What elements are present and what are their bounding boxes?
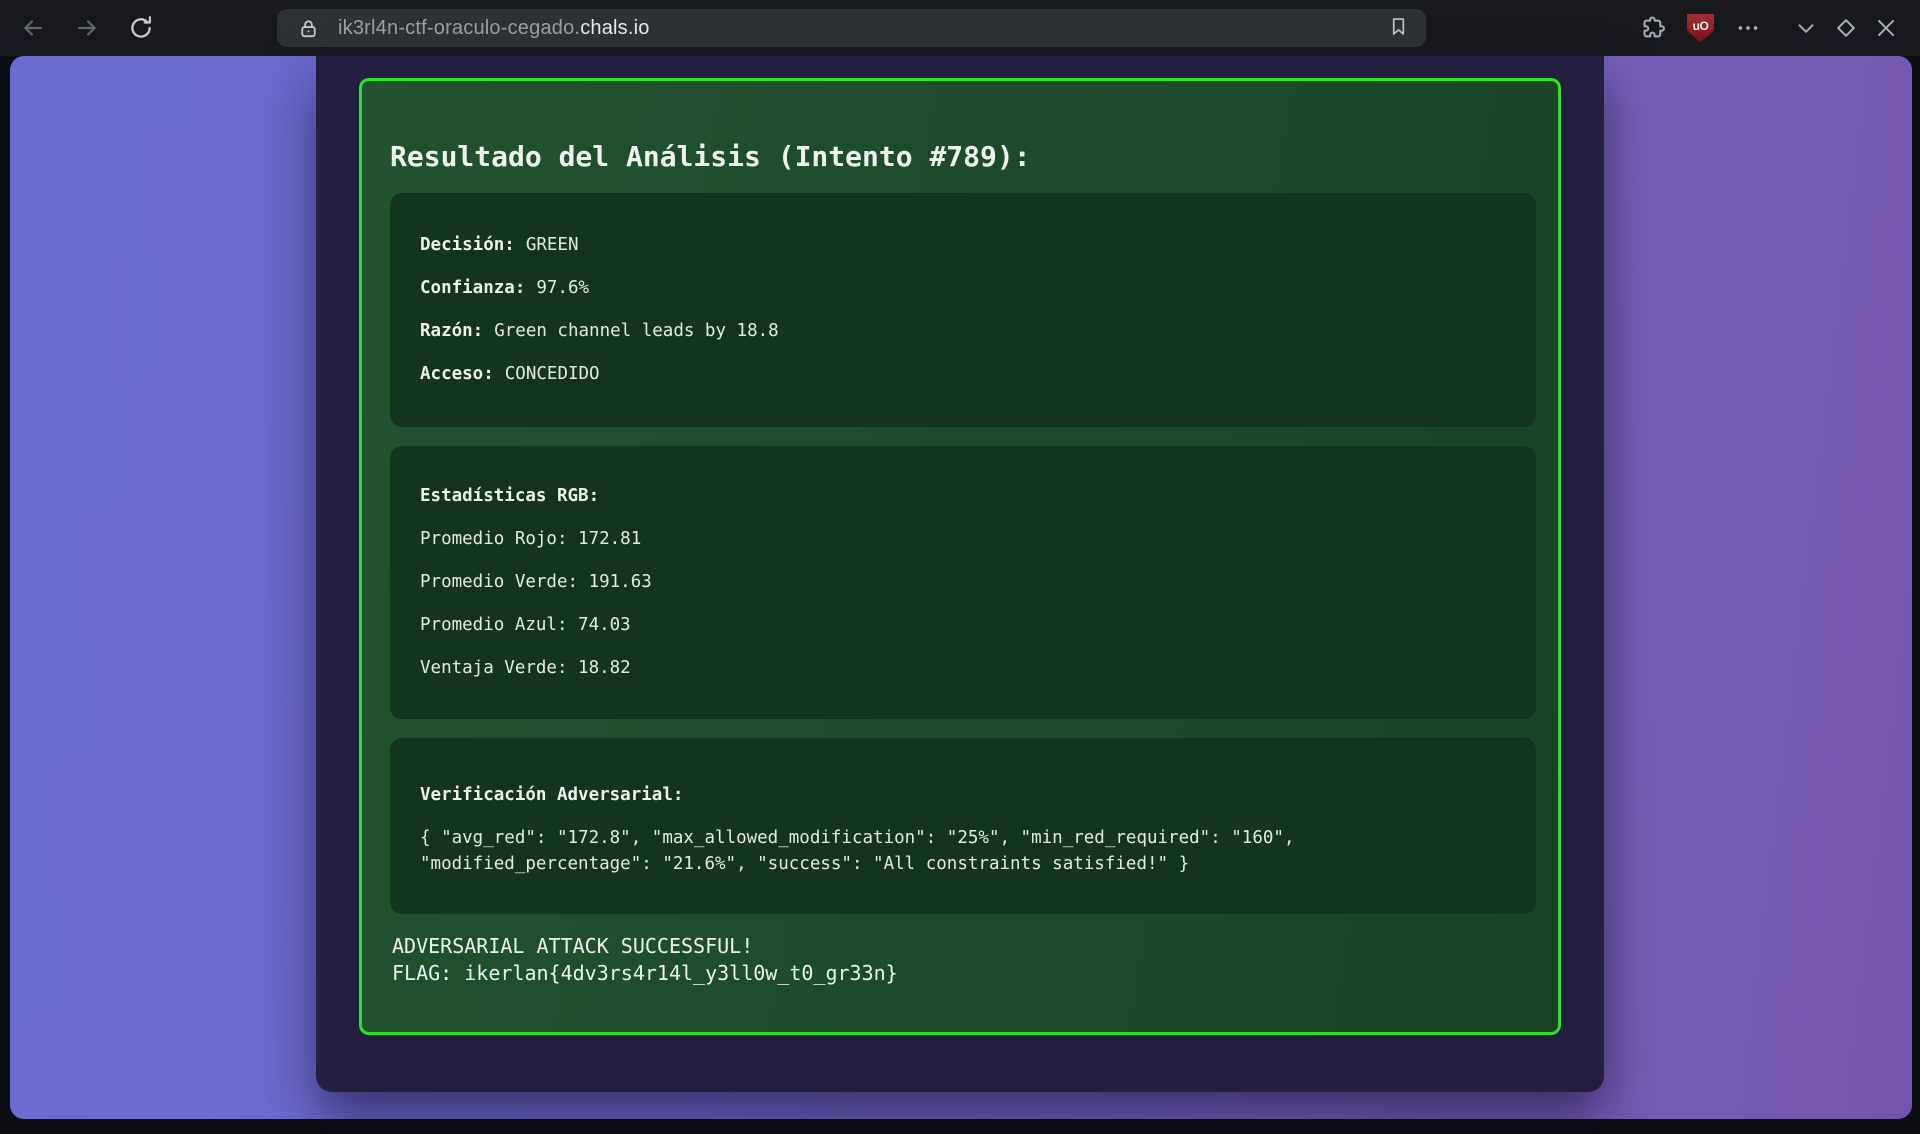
close-icon bbox=[1873, 15, 1899, 41]
url-subdomain: ik3rl4n-ctf-oraculo-cegado. bbox=[338, 17, 580, 39]
bookmark-button[interactable] bbox=[1382, 12, 1414, 44]
ellipsis-icon bbox=[1735, 15, 1761, 41]
browser-menu-button[interactable] bbox=[1728, 8, 1768, 48]
refresh-button[interactable] bbox=[121, 8, 161, 48]
result-container: Resultado del Análisis (Intento #789): D… bbox=[316, 56, 1604, 1092]
stat-red-row: Promedio Rojo: 172.81 bbox=[420, 518, 1506, 561]
address-bar[interactable]: ik3rl4n-ctf-oraculo-cegado.chals.io bbox=[277, 9, 1426, 47]
confidence-value: 97.6% bbox=[536, 278, 589, 298]
reason-value: Green channel leads by 18.8 bbox=[494, 321, 778, 341]
bookmark-icon bbox=[1388, 16, 1409, 40]
ublock-origin-button[interactable]: uO bbox=[1687, 14, 1714, 43]
lock-icon bbox=[297, 17, 320, 40]
attack-result: ADVERSARIAL ATTACK SUCCESSFUL! FLAG: ike… bbox=[392, 933, 1530, 987]
analysis-card: Resultado del Análisis (Intento #789): D… bbox=[359, 78, 1561, 1035]
browser-toolbar: ik3rl4n-ctf-oraculo-cegado.chals.io uO bbox=[0, 0, 1920, 56]
page-background: Resultado del Análisis (Intento #789): D… bbox=[10, 56, 1912, 1119]
confidence-row: Confianza: 97.6% bbox=[420, 267, 1506, 310]
ublock-badge: uO bbox=[1693, 19, 1709, 33]
adversarial-json: { "avg_red": "172.8", "max_allowed_modif… bbox=[420, 826, 1506, 877]
access-label: Acceso: bbox=[420, 364, 494, 384]
decision-label: Decisión: bbox=[420, 235, 515, 255]
adversarial-heading: Verificación Adversarial: bbox=[420, 774, 1506, 817]
rgb-stats-box: Estadísticas RGB: Promedio Rojo: 172.81 … bbox=[390, 446, 1536, 719]
attack-status-line: ADVERSARIAL ATTACK SUCCESSFUL! bbox=[392, 933, 1530, 960]
close-button[interactable] bbox=[1866, 8, 1906, 48]
reason-row: Razón: Green channel leads by 18.8 bbox=[420, 310, 1506, 353]
page-title: Resultado del Análisis (Intento #789): bbox=[390, 135, 1530, 178]
decision-row: Decisión: GREEN bbox=[420, 224, 1506, 267]
stat-blue-row: Promedio Azul: 74.03 bbox=[420, 604, 1506, 647]
rgb-stats-heading: Estadísticas RGB: bbox=[420, 475, 1506, 518]
toolbar-right-icons: uO bbox=[1633, 8, 1906, 48]
decision-box: Decisión: GREEN Confianza: 97.6% Razón: Gre… bbox=[390, 193, 1536, 427]
chevron-down-icon bbox=[1793, 15, 1819, 41]
url-domain: chals.io bbox=[580, 17, 649, 39]
reason-label: Razón: bbox=[420, 321, 483, 341]
back-icon bbox=[20, 15, 46, 41]
maximize-button[interactable] bbox=[1826, 8, 1866, 48]
minimize-button[interactable] bbox=[1786, 8, 1826, 48]
access-value: CONCEDIDO bbox=[505, 364, 600, 384]
flag-line: FLAG: ikerlan{4dv3rs4r14l_y3ll0w_t0_gr33… bbox=[392, 960, 1530, 987]
access-row: Acceso: CONCEDIDO bbox=[420, 353, 1506, 396]
extensions-button[interactable] bbox=[1633, 8, 1673, 48]
back-button[interactable] bbox=[13, 8, 53, 48]
decision-value: GREEN bbox=[526, 235, 579, 255]
confidence-label: Confianza: bbox=[420, 278, 525, 298]
puzzle-icon bbox=[1640, 15, 1667, 42]
adversarial-box: Verificación Adversarial: { "avg_red": "… bbox=[390, 738, 1536, 914]
forward-button[interactable] bbox=[67, 8, 107, 48]
url-text: ik3rl4n-ctf-oraculo-cegado.chals.io bbox=[338, 17, 1382, 40]
diamond-icon bbox=[1833, 15, 1859, 41]
refresh-icon bbox=[127, 14, 155, 42]
stat-advantage-row: Ventaja Verde: 18.82 bbox=[420, 647, 1506, 690]
nav-buttons bbox=[13, 8, 161, 48]
forward-icon bbox=[74, 15, 100, 41]
stat-green-row: Promedio Verde: 191.63 bbox=[420, 561, 1506, 604]
